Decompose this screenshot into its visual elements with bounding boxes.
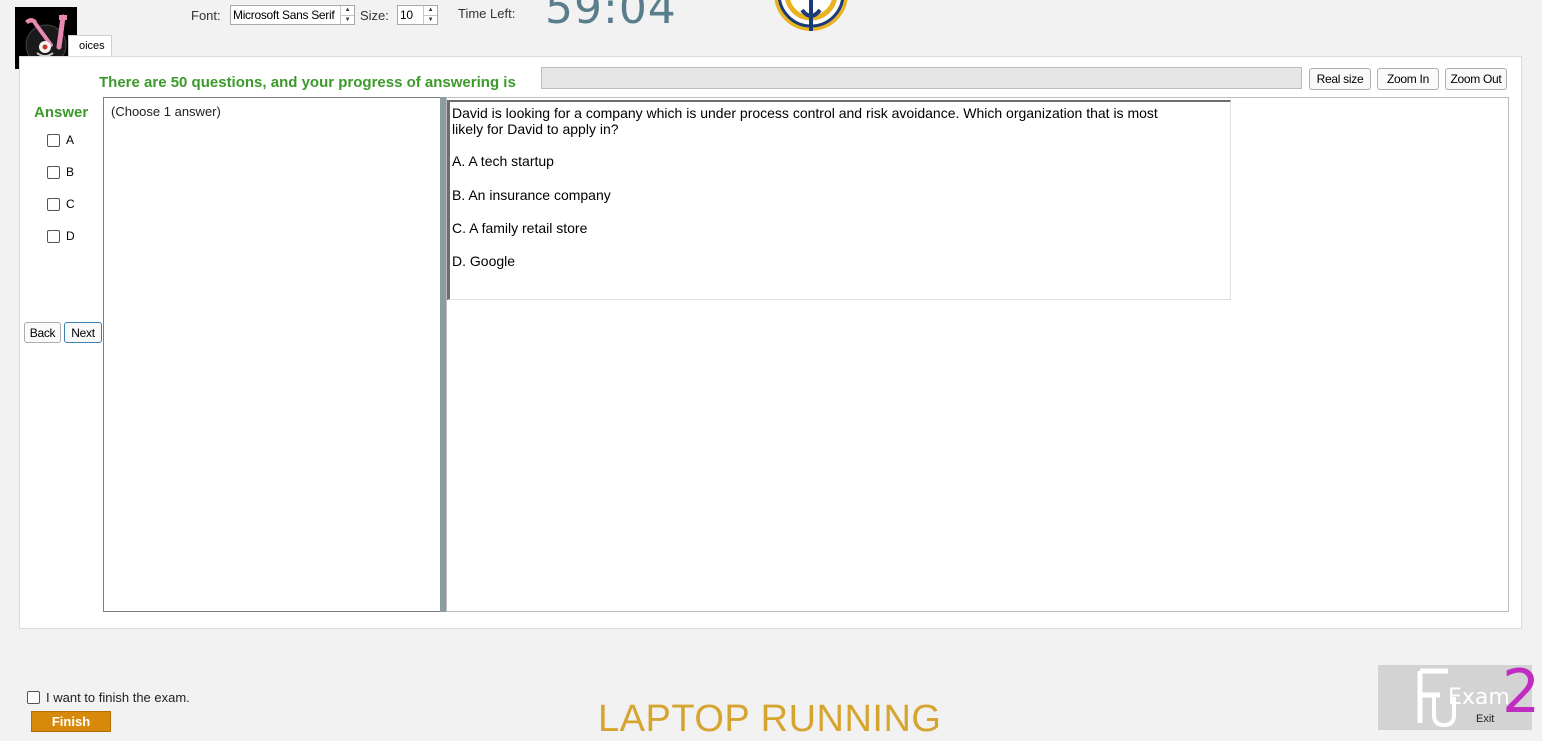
exit-brand-box[interactable]: Exam 2 Exit: [1378, 661, 1540, 730]
exit-label[interactable]: Exit: [1476, 713, 1494, 725]
finish-exam-checkbox-row[interactable]: I want to finish the exam.: [27, 690, 190, 705]
answer-option-label: B: [66, 165, 75, 179]
checkbox-d[interactable]: [47, 229, 60, 243]
back-button[interactable]: Back: [24, 322, 61, 343]
real-size-button[interactable]: Real size: [1309, 68, 1371, 90]
finish-exam-label: I want to finish the exam.: [46, 690, 190, 705]
spinner-up-icon[interactable]: ▲: [424, 6, 437, 15]
font-selector[interactable]: Microsoft Sans Serif ▲ ▼: [230, 5, 355, 25]
progress-bar: [541, 67, 1302, 89]
spinner-down-icon[interactable]: ▼: [341, 15, 354, 25]
answer-option-b[interactable]: B: [47, 165, 74, 179]
font-label: Font:: [191, 8, 221, 23]
answer-option-label: C: [66, 197, 75, 211]
brand-exam-text: Exam: [1448, 685, 1510, 710]
zoom-in-button[interactable]: Zoom In: [1377, 68, 1439, 90]
size-label: Size:: [360, 8, 389, 23]
question-option-c: C. A family retail store: [452, 220, 588, 236]
answer-title: Answer: [34, 104, 89, 121]
answers-list-box[interactable]: (Choose 1 answer): [103, 97, 441, 612]
countdown-timer: 59:04: [545, 0, 677, 32]
checkbox-a[interactable]: [47, 133, 60, 147]
font-value: Microsoft Sans Serif: [233, 8, 335, 22]
question-viewer: David is looking for a company which is …: [446, 97, 1509, 612]
timer-wrap: 59:04: [545, 0, 677, 32]
spinner-up-icon[interactable]: ▲: [341, 6, 354, 15]
spinner-down-icon[interactable]: ▼: [424, 15, 437, 25]
answer-option-d[interactable]: D: [47, 229, 75, 243]
question-card: David is looking for a company which is …: [447, 100, 1231, 300]
crest-icon: [774, 0, 848, 31]
tab-choices[interactable]: oices: [68, 35, 112, 57]
brand-number: 2: [1502, 657, 1541, 727]
answer-option-a[interactable]: A: [47, 133, 74, 147]
question-option-d: D. Google: [452, 253, 516, 269]
question-option-a: A. A tech startup: [452, 153, 554, 169]
size-spinner-arrows[interactable]: ▲ ▼: [423, 6, 437, 24]
zoom-out-button[interactable]: Zoom Out: [1445, 68, 1507, 90]
answer-option-label: D: [66, 229, 75, 243]
size-value: 10: [400, 8, 413, 22]
status-text: LAPTOP RUNNING: [598, 698, 942, 740]
tab-choices-label: oices: [79, 40, 105, 52]
next-button[interactable]: Next: [64, 322, 102, 343]
finish-button[interactable]: Finish: [31, 711, 111, 732]
time-left-label: Time Left:: [458, 6, 516, 21]
answer-option-c[interactable]: C: [47, 197, 75, 211]
font-spinner-arrows[interactable]: ▲ ▼: [340, 6, 354, 24]
checkbox-c[interactable]: [47, 197, 60, 211]
question-text: David is looking for a company which is …: [452, 105, 1158, 137]
checkbox-b[interactable]: [47, 165, 60, 179]
choose-answer-hint: (Choose 1 answer): [111, 104, 221, 119]
crest-logo: [772, 0, 850, 33]
answer-option-label: A: [66, 133, 75, 147]
finish-exam-checkbox[interactable]: [27, 691, 40, 704]
size-stepper[interactable]: 10 ▲ ▼: [397, 5, 438, 25]
question-option-b: B. An insurance company: [452, 187, 611, 203]
progress-title: There are 50 questions, and your progres…: [99, 74, 516, 91]
